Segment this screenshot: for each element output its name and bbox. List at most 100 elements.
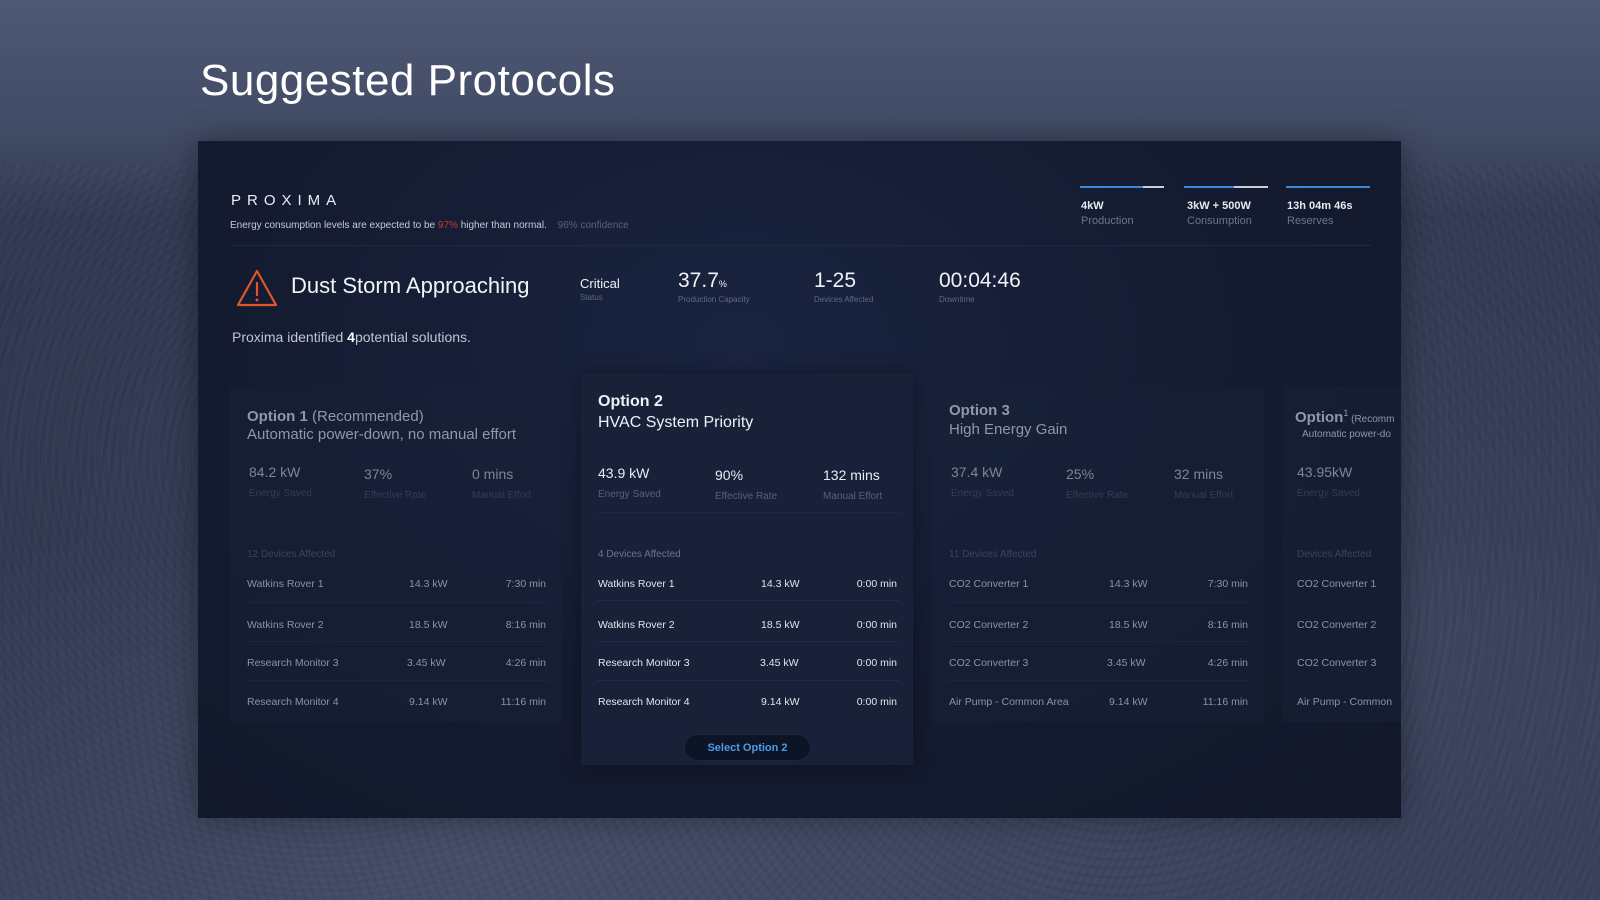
device-time: 7:30 min xyxy=(1207,578,1248,590)
row-divider xyxy=(597,641,899,642)
option-card-4[interactable]: Option1 (Recomm Automatic power-do 43.95… xyxy=(1283,386,1401,722)
reserves-bar-fill xyxy=(1286,186,1370,188)
devices-affected-value: 1-25 xyxy=(814,269,857,292)
manual-effort-label: Manual Effort xyxy=(823,491,883,502)
device-name: Watkins Rover 2 xyxy=(598,619,675,631)
table-row: CO2 Converter 1 14.3 kW 7:30 min xyxy=(949,578,1248,616)
device-power: 9.14 kW xyxy=(409,696,448,708)
energy-saved-value: 43.95kW xyxy=(1297,464,1353,480)
device-time: 0:00 min xyxy=(856,619,897,631)
energy-saved-label: Energy Saved xyxy=(1297,488,1360,499)
device-name: CO2 Converter 1 xyxy=(1297,578,1377,590)
option-1-devices-affected: 12 Devices Affected xyxy=(247,549,336,560)
option-card-1[interactable]: Option 1 (Recommended) Automatic power-d… xyxy=(230,386,562,722)
device-power: 18.5 kW xyxy=(761,619,800,631)
device-power: 3.45 kW xyxy=(1107,657,1146,669)
row-divider xyxy=(246,680,548,681)
energy-saved-label: Energy Saved xyxy=(951,488,1014,499)
row-divider xyxy=(246,602,548,603)
option-1-label: Option 1 xyxy=(247,408,308,425)
status-stat: Critical Status xyxy=(580,276,620,302)
status-label: Status xyxy=(580,293,603,302)
option-1-energy-saved: 84.2 kW Energy Saved xyxy=(249,464,312,499)
manual-effort-value: 0 mins xyxy=(472,466,514,482)
row-divider xyxy=(246,641,548,642)
device-time: 11:16 min xyxy=(1202,696,1248,708)
option-2-effective-rate: 90% Effective Rate xyxy=(715,467,777,502)
production-bar xyxy=(1080,186,1164,188)
consumption-bar-fill xyxy=(1184,186,1235,188)
device-power: 9.14 kW xyxy=(1109,696,1148,708)
device-name: Research Monitor 3 xyxy=(598,657,690,669)
effective-rate-label: Effective Rate xyxy=(715,491,778,502)
metric-reserves: 13h 04m 46s Reserves xyxy=(1286,186,1370,227)
effective-rate-label: Effective Rate xyxy=(364,490,427,501)
metric-consumption: 3kW + 500W Consumption xyxy=(1184,186,1268,227)
option-3-devices-affected: 11 Devices Affected xyxy=(949,549,1037,560)
energy-saved-label: Energy Saved xyxy=(598,489,661,500)
device-name: Air Pump - Common xyxy=(1297,696,1393,708)
protocol-panel: PROXIMA Energy consumption levels are ex… xyxy=(198,141,1401,818)
production-capacity-number: 37.7 xyxy=(678,269,719,292)
device-name: Research Monitor 4 xyxy=(598,696,690,708)
summary-prefix: Proxima identified xyxy=(232,329,348,345)
production-capacity-stat: 37.7% Production Capacity xyxy=(678,269,750,304)
reserves-label: Reserves xyxy=(1287,215,1334,227)
device-time: 4:26 min xyxy=(505,657,546,669)
row-divider xyxy=(948,602,1250,603)
devices-affected-label: Devices Affected xyxy=(814,295,874,304)
production-bar-fill xyxy=(1080,186,1143,188)
device-time: 8:16 min xyxy=(505,619,546,631)
production-capacity-value: 37.7% xyxy=(678,269,750,293)
solutions-count: 4 xyxy=(347,329,355,345)
table-row: Air Pump - Common xyxy=(1297,696,1401,734)
page-title: Suggested Protocols xyxy=(200,56,616,105)
table-row: Research Monitor 4 9.14 kW 0:00 min xyxy=(598,696,897,734)
reserves-bar xyxy=(1286,186,1370,188)
devices-affected-stat: 1-25 Devices Affected xyxy=(814,269,873,304)
production-label: Production xyxy=(1081,215,1134,227)
downtime-value: 00:04:46 xyxy=(939,269,1021,292)
table-row: Research Monitor 3 3.45 kW 4:26 min xyxy=(247,657,546,695)
tagline-percent: 97% xyxy=(437,220,458,231)
option-1-title: Option 1 (Recommended) xyxy=(247,408,424,425)
table-row: CO2 Converter 1 xyxy=(1297,578,1401,616)
option-2-label: Option 2 xyxy=(598,393,663,410)
row-divider xyxy=(948,641,1250,642)
option-3-effective-rate: 25% Effective Rate xyxy=(1066,466,1128,501)
option-4-title: Option1 (Recomm xyxy=(1295,408,1394,426)
effective-rate-value: 37% xyxy=(364,466,393,482)
device-time: 0:00 min xyxy=(856,578,897,590)
device-time: 0:00 min xyxy=(856,696,897,708)
option-3-energy-saved: 37.4 kW Energy Saved xyxy=(951,464,1014,499)
metric-production: 4kW Production xyxy=(1080,186,1164,227)
solutions-summary: Proxima identified 4potential solutions. xyxy=(232,329,471,345)
device-name: CO2 Converter 2 xyxy=(1297,619,1377,631)
device-time: 8:16 min xyxy=(1207,619,1248,631)
option-card-3[interactable]: Option 3 High Energy Gain 37.4 kW Energy … xyxy=(932,386,1264,722)
device-time: 0:00 min xyxy=(856,657,897,669)
option-3-label: Option 3 xyxy=(949,402,1010,419)
downtime-label: Downtime xyxy=(939,295,975,304)
device-time: 4:26 min xyxy=(1207,657,1248,669)
select-option-2-button[interactable]: Select Option 2 xyxy=(684,734,811,761)
tagline-suffix: higher than normal. xyxy=(457,220,547,231)
effective-rate-label: Effective Rate xyxy=(1066,490,1129,501)
device-power: 3.45 kW xyxy=(760,657,799,669)
table-row: Watkins Rover 2 18.5 kW 8:16 min xyxy=(247,619,546,657)
option-1-effective-rate: 37% Effective Rate xyxy=(364,466,426,501)
option-2-devices-affected: 4 Devices Affected xyxy=(598,549,681,560)
energy-saved-value: 84.2 kW xyxy=(249,464,301,480)
table-row: Watkins Rover 2 18.5 kW 0:00 min xyxy=(598,619,897,657)
consumption-bar xyxy=(1184,186,1268,188)
device-name: Research Monitor 3 xyxy=(247,657,339,669)
status-value: Critical xyxy=(580,276,620,291)
energy-saved-label: Energy Saved xyxy=(249,488,312,499)
option-card-2[interactable]: Option 2 HVAC System Priority 43.9 kW Ene… xyxy=(581,374,913,765)
energy-saved-value: 37.4 kW xyxy=(951,464,1003,480)
option-3-subtitle: High Energy Gain xyxy=(949,421,1068,438)
table-row: Research Monitor 4 9.14 kW 11:16 min xyxy=(247,696,546,734)
device-name: CO2 Converter 3 xyxy=(1297,657,1377,669)
option-4-devices-affected: Devices Affected xyxy=(1297,549,1372,560)
metrics-divider xyxy=(597,512,901,513)
